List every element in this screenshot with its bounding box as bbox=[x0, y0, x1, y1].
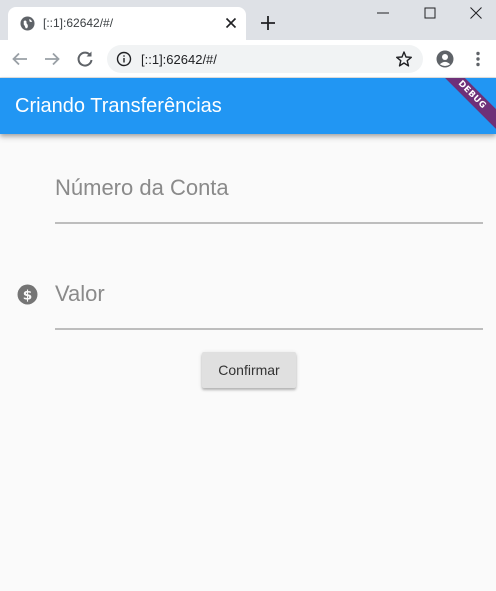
account-circle-icon[interactable] bbox=[435, 49, 455, 69]
kebab-menu-icon[interactable] bbox=[468, 49, 488, 69]
browser-toolbar: [::1]:62642/#/ bbox=[0, 40, 496, 78]
window-close-icon[interactable] bbox=[467, 4, 485, 22]
address-bar[interactable]: [::1]:62642/#/ bbox=[107, 45, 423, 73]
url-text[interactable]: [::1]:62642/#/ bbox=[141, 52, 217, 67]
value-field[interactable]: Valor bbox=[55, 276, 483, 332]
value-underline bbox=[55, 328, 483, 330]
browser-tab[interactable]: [::1]:62642/#/ bbox=[8, 7, 246, 40]
svg-text:$: $ bbox=[23, 288, 33, 304]
globe-icon bbox=[20, 16, 35, 31]
maximize-icon[interactable] bbox=[421, 4, 439, 22]
app-bar: Criando Transferências DEBUG bbox=[0, 78, 496, 134]
star-icon[interactable] bbox=[395, 50, 413, 68]
info-icon[interactable] bbox=[116, 51, 132, 67]
arrow-left-icon[interactable] bbox=[10, 49, 30, 69]
browser-tabstrip: [::1]:62642/#/ bbox=[0, 0, 496, 40]
page-title: Criando Transferências bbox=[15, 95, 222, 117]
account-number-input[interactable] bbox=[55, 170, 483, 206]
tab-title: [::1]:62642/#/ bbox=[43, 16, 114, 30]
close-icon[interactable] bbox=[223, 15, 239, 31]
confirm-button[interactable]: Confirmar bbox=[202, 352, 296, 388]
debug-banner: DEBUG bbox=[431, 78, 496, 134]
value-input[interactable] bbox=[55, 276, 483, 312]
reload-icon[interactable] bbox=[75, 49, 95, 69]
monetization-icon: $ bbox=[17, 284, 38, 305]
plus-icon[interactable] bbox=[259, 14, 277, 32]
account-number-field[interactable]: Número da Conta bbox=[55, 170, 483, 226]
arrow-right-icon[interactable] bbox=[42, 49, 62, 69]
account-number-underline bbox=[55, 222, 483, 224]
minimize-icon[interactable] bbox=[374, 4, 392, 22]
